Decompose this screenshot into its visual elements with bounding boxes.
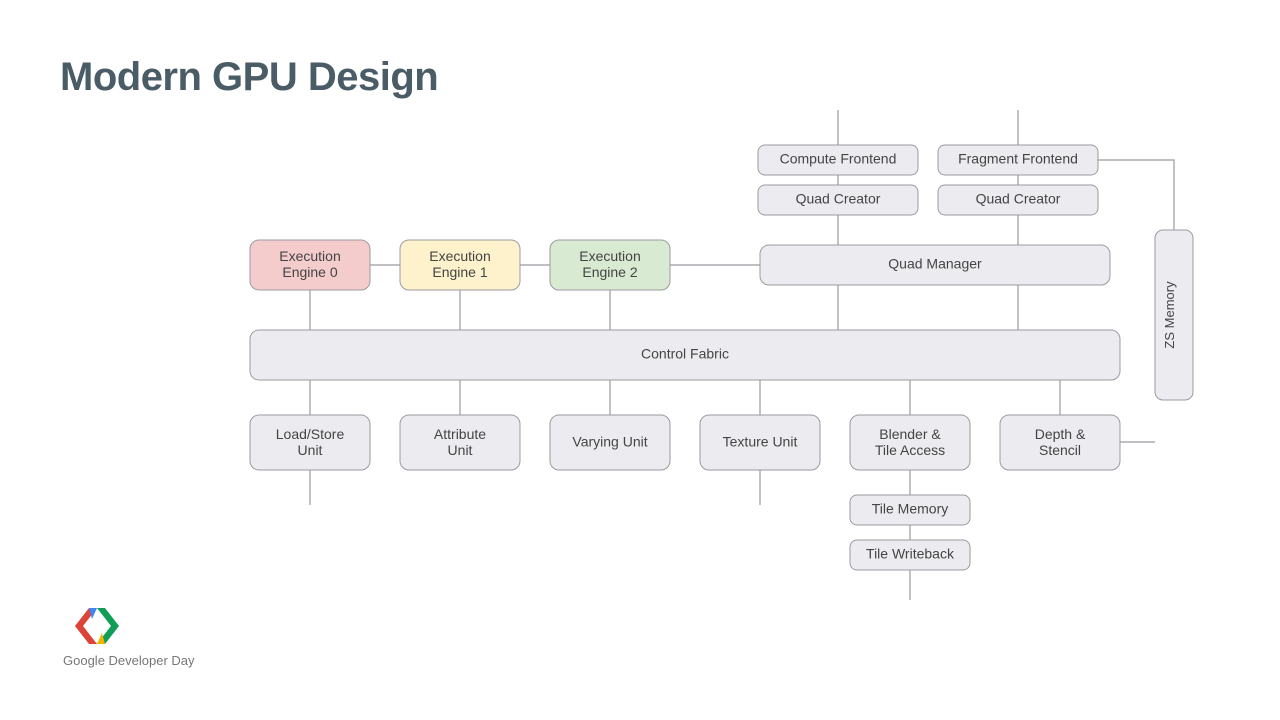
quad-manager-label: Quad Manager xyxy=(888,256,982,272)
compute-frontend-label: Compute Frontend xyxy=(780,151,897,167)
exec-engine-0-block: ExecutionEngine 0 xyxy=(250,240,370,290)
blender-label: Blender &Tile Access xyxy=(875,426,945,458)
tile-memory-label: Tile Memory xyxy=(872,501,949,517)
exec-engine-0-label-line: ExecutionEngine 0 xyxy=(279,248,340,280)
tile-memory-block: Tile Memory xyxy=(850,495,970,525)
depth-stencil-block: Depth &Stencil xyxy=(1000,415,1120,470)
footer-brand: Google Developer Day xyxy=(63,653,195,668)
quad-manager-block: Quad Manager xyxy=(760,245,1110,285)
exec-engine-1-block: ExecutionEngine 1 xyxy=(400,240,520,290)
control-fabric-block: Control Fabric xyxy=(250,330,1120,380)
varying-label: Varying Unit xyxy=(572,434,647,450)
footer-brand-1: Google xyxy=(63,653,105,668)
tile-writeback-block: Tile Writeback xyxy=(850,540,970,570)
slide: Modern GPU Design xyxy=(0,0,1280,720)
zs-memory-label: ZS Memory xyxy=(1162,281,1177,349)
control-fabric-label: Control Fabric xyxy=(641,346,729,362)
depth-stencil-label: Depth &Stencil xyxy=(1035,426,1086,458)
quad-creator-a-label: Quad Creator xyxy=(796,191,881,207)
varying-unit-block: Varying Unit xyxy=(550,415,670,470)
diagram: Compute Frontend Fragment Frontend Quad … xyxy=(0,0,1280,720)
quad-creator-b-label: Quad Creator xyxy=(976,191,1061,207)
quad-creator-a-block: Quad Creator xyxy=(758,185,918,215)
load-store-unit-block: Load/StoreUnit xyxy=(250,415,370,470)
exec-engine-1-label-line: ExecutionEngine 1 xyxy=(429,248,490,280)
compute-frontend-block: Compute Frontend xyxy=(758,145,918,175)
fragment-frontend-block: Fragment Frontend xyxy=(938,145,1098,175)
zs-memory-block: ZS Memory xyxy=(1155,230,1193,400)
fragment-frontend-label: Fragment Frontend xyxy=(958,151,1078,167)
quad-creator-b-block: Quad Creator xyxy=(938,185,1098,215)
texture-label: Texture Unit xyxy=(723,434,798,450)
exec-engine-2-label-line: ExecutionEngine 2 xyxy=(579,248,640,280)
attribute-unit-block: AttributeUnit xyxy=(400,415,520,470)
footer-logo: Google Developer Day xyxy=(63,608,195,668)
tile-writeback-label: Tile Writeback xyxy=(866,546,955,562)
blender-tile-block: Blender &Tile Access xyxy=(850,415,970,470)
exec-engine-2-block: ExecutionEngine 2 xyxy=(550,240,670,290)
chevrons-icon xyxy=(75,608,119,644)
footer-brand-2: Developer Day xyxy=(105,653,195,668)
texture-unit-block: Texture Unit xyxy=(700,415,820,470)
